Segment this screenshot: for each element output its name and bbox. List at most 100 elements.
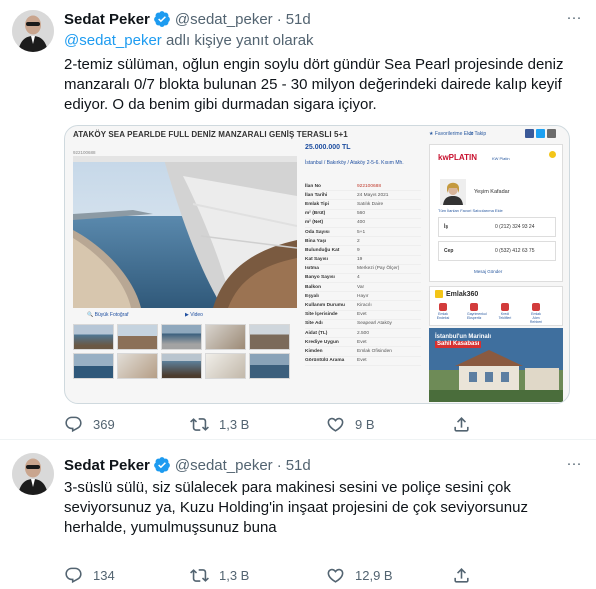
tweet-timestamp[interactable]: 51d bbox=[286, 457, 311, 474]
ad-title: İstanbul'un Marinalı Sahil Kasabası bbox=[435, 334, 491, 348]
video-link: ▶ Video bbox=[185, 312, 203, 318]
thumbnail bbox=[161, 324, 202, 350]
reply-mention-link[interactable]: @sedat_peker bbox=[64, 32, 162, 49]
work-phone-number: 0 (212) 324 93 24 bbox=[495, 224, 535, 230]
thumbnail bbox=[205, 353, 246, 379]
listing-detail-key: İlan Tarihi bbox=[305, 192, 328, 198]
heart-icon bbox=[327, 417, 344, 432]
tweet-timestamp[interactable]: 51d bbox=[286, 11, 311, 28]
agent-tabs: Tüm İlanları Favori Satıcılarıma Ekle bbox=[438, 208, 503, 213]
listing-detail-key: Krediye Uygun bbox=[305, 339, 339, 345]
thumbnail bbox=[205, 324, 246, 350]
thumbnail bbox=[73, 353, 114, 379]
author-name[interactable]: Sedat Peker bbox=[64, 11, 150, 28]
send-message-link: Mesaj Gönder bbox=[474, 269, 503, 274]
more-options-icon[interactable]: ··· bbox=[564, 7, 584, 27]
reply-context-text: adlı kişiye yanıt olarak bbox=[161, 32, 314, 49]
listing-detail-key: İlan No bbox=[305, 183, 321, 189]
listing-id-small: 922100688 bbox=[73, 150, 96, 155]
like-button[interactable]: 12,9 B bbox=[326, 565, 393, 585]
retweet-button[interactable]: 1,3 B bbox=[190, 565, 249, 585]
listing-detail-value: 5+1 bbox=[357, 229, 366, 235]
listing-main-photo bbox=[73, 156, 297, 308]
listing-detail-value: 2 bbox=[357, 238, 360, 244]
listing-detail-row: Kat Sayısı 19 bbox=[305, 256, 421, 265]
emlak360-item: Emlak Alım Rehberi bbox=[529, 303, 543, 324]
listing-detail-value: 4 bbox=[357, 275, 360, 281]
listing-detail-row: Isıtma Merkezi (Pay Ölçer) bbox=[305, 265, 421, 274]
listing-detail-value: 400 bbox=[357, 220, 366, 226]
tweet-media-image[interactable]: ATAKÖY SEA PEARLDE FULL DENİZ MANZARALI … bbox=[64, 125, 570, 404]
tweet-2[interactable]: Sedat Peker @sedat_peker · 51d ··· 3-süs… bbox=[0, 441, 596, 589]
author-handle[interactable]: @sedat_peker bbox=[175, 457, 273, 474]
listing-detail-row: Site Adı Seapearl Ataköy bbox=[305, 320, 421, 329]
share-icon bbox=[454, 567, 469, 583]
share-icons bbox=[525, 129, 556, 138]
reply-count: 134 bbox=[93, 567, 115, 583]
listing-detail-key: m² (Net) bbox=[305, 220, 324, 226]
reply-button[interactable]: 369 bbox=[64, 414, 115, 434]
listing-detail-value: Merkezi (Pay Ölçer) bbox=[357, 266, 400, 272]
emlak360-label: Emlak360 bbox=[446, 290, 479, 298]
listing-detail-value: Evet bbox=[357, 358, 367, 364]
more-options-icon[interactable]: ··· bbox=[564, 453, 584, 473]
author-avatar[interactable] bbox=[12, 10, 54, 52]
listing-detail-row: Kimden Emlak Ofisinden bbox=[305, 347, 421, 357]
reply-count: 369 bbox=[93, 416, 115, 432]
tweet-1[interactable]: Sedat Peker @sedat_peker · 51d ··· @seda… bbox=[0, 0, 596, 440]
agent-card: kwPLATIN KW Platin Yeşim Kafadar Tüm İla… bbox=[429, 144, 563, 282]
listing-detail-row: Bulunduğu Kat 9 bbox=[305, 246, 421, 256]
listing-detail-row: Eşyalı Hayır bbox=[305, 292, 421, 302]
author-avatar[interactable] bbox=[12, 453, 54, 495]
listing-title: ATAKÖY SEA PEARLDE FULL DENİZ MANZARALI … bbox=[73, 130, 348, 139]
like-button[interactable]: 9 B bbox=[326, 414, 375, 434]
retweet-button[interactable]: 1,3 B bbox=[190, 414, 249, 434]
listing-detail-value: 24 Mayıs 2021 bbox=[357, 192, 389, 198]
ad-line-1: İstanbul'un Marinalı bbox=[435, 334, 492, 340]
listing-detail-key: Site İçerisinde bbox=[305, 312, 338, 318]
info-badge-icon bbox=[549, 151, 556, 158]
listing-detail-key: Aidat (TL) bbox=[305, 330, 328, 336]
listing-detail-row: Krediye Uygun Evet bbox=[305, 338, 421, 348]
verified-badge-icon bbox=[153, 456, 171, 474]
thumbnail bbox=[249, 324, 290, 350]
thumbnail bbox=[249, 353, 290, 379]
listing-detail-key: Isıtma bbox=[305, 266, 319, 272]
reply-icon bbox=[65, 567, 82, 583]
tweet-actions: 134 1,3 B 12,9 B bbox=[64, 565, 570, 585]
thumbnail bbox=[117, 324, 158, 350]
reply-context: @sedat_peker adlı kişiye yanıt olarak bbox=[64, 32, 584, 52]
listing-detail-row: Balkon Var bbox=[305, 283, 421, 293]
listing-detail-value: Var bbox=[357, 284, 365, 290]
listing-detail-row: Bina Yaşı 2 bbox=[305, 237, 421, 247]
heart-icon bbox=[327, 568, 344, 583]
share-button[interactable] bbox=[452, 565, 471, 585]
listing-detail-key: Site Adı bbox=[305, 321, 323, 327]
twitter-icon bbox=[536, 129, 545, 138]
emlak360-icon bbox=[435, 290, 443, 298]
tweet-text: 2-temiz sülüman, oğlun engin soylu dört … bbox=[64, 56, 564, 113]
reply-button[interactable]: 134 bbox=[64, 565, 115, 585]
add-favorite-link: ★ Favorilerime Ekle bbox=[429, 131, 474, 137]
listing-detail-key: Bulunduğu Kat bbox=[305, 247, 340, 253]
listing-detail-key: m² (Brüt) bbox=[305, 211, 326, 217]
listing-detail-key: Eşyalı bbox=[305, 293, 319, 299]
listing-detail-value: Evet bbox=[357, 312, 367, 318]
tweet-header: Sedat Peker @sedat_peker · 51d ··· bbox=[64, 9, 584, 29]
emlak360-item: Kredi Teklifleri bbox=[498, 303, 512, 324]
author-handle[interactable]: @sedat_peker bbox=[175, 11, 273, 28]
listing-detail-key: Kimden bbox=[305, 348, 323, 354]
like-count: 12,9 B bbox=[355, 567, 393, 583]
agency-name: KW Platin bbox=[492, 156, 510, 161]
author-name[interactable]: Sedat Peker bbox=[64, 457, 150, 474]
listing-detail-row: Kullanım Durumu Kiracılı bbox=[305, 301, 421, 311]
mobile-phone-box: Cep 0 (532) 412 63 75 bbox=[438, 241, 556, 261]
email-icon bbox=[547, 129, 556, 138]
share-button[interactable] bbox=[452, 414, 471, 434]
listing-detail-value: 560 bbox=[357, 211, 366, 217]
emlak360-items: Emlak Endeksi Gayrimenkul Ekspertiz Kred… bbox=[436, 303, 543, 324]
listing-detail-key: Balkon bbox=[305, 284, 321, 290]
listing-detail-key: Kat Sayısı bbox=[305, 257, 328, 263]
mobile-phone-label: Cep bbox=[444, 248, 454, 254]
retweet-count: 1,3 B bbox=[219, 416, 250, 432]
